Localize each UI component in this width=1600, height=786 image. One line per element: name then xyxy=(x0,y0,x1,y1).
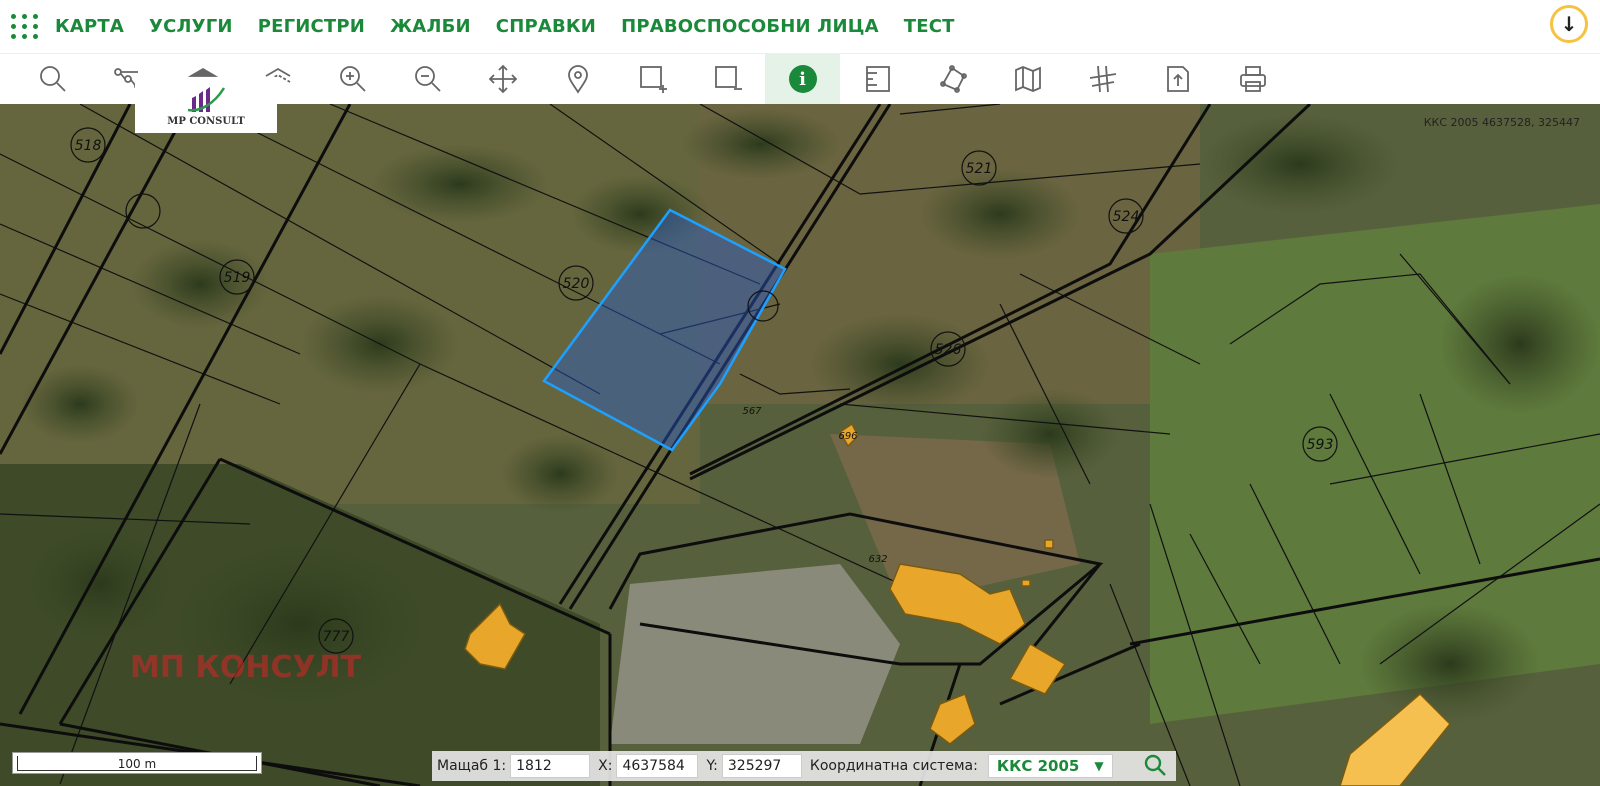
scale-bar-label: 100 m xyxy=(117,757,157,771)
y-label: Y: xyxy=(706,758,718,774)
crs-label: Координатна система: xyxy=(809,758,978,774)
nav-item-uslugi[interactable]: УСЛУГИ xyxy=(149,16,233,37)
parcel-label-524: 524 xyxy=(1113,209,1140,225)
parcel-label-520: 520 xyxy=(563,276,590,292)
map-icon[interactable] xyxy=(990,54,1065,104)
apps-grid-icon[interactable] xyxy=(11,13,39,41)
parcel-label-632: 632 xyxy=(868,554,887,565)
info-icon[interactable]: i xyxy=(765,54,840,104)
nav-item-zhalbi[interactable]: ЖАЛБИ xyxy=(390,16,471,37)
grid-icon[interactable] xyxy=(1065,54,1140,104)
scale-bar: 100 m xyxy=(12,752,262,774)
select-add-icon[interactable] xyxy=(615,54,690,104)
download-icon[interactable]: ↓ xyxy=(1550,5,1588,43)
nav-links: КАРТА УСЛУГИ РЕГИСТРИ ЖАЛБИ СПРАВКИ ПРАВ… xyxy=(55,16,980,37)
company-logo: MP CONSULT xyxy=(135,77,277,133)
print-icon[interactable] xyxy=(1215,54,1290,104)
nav-item-spravki[interactable]: СПРАВКИ xyxy=(496,16,596,37)
marker-icon[interactable] xyxy=(540,54,615,104)
nav-item-registri[interactable]: РЕГИСТРИ xyxy=(258,16,365,37)
logo-text: MP CONSULT xyxy=(167,115,245,127)
parcel-label-696: 696 xyxy=(838,431,857,442)
status-bar: Мащаб 1: X: Y: Координатна система: ККС … xyxy=(432,751,1176,781)
coordinate-readout: ККС 2005 4637528, 325447 xyxy=(1423,116,1580,129)
chevron-down-icon[interactable]: ▼ xyxy=(1094,759,1103,773)
coordinate-search-icon[interactable] xyxy=(1143,753,1169,779)
zoom-in-icon[interactable] xyxy=(315,54,390,104)
select-remove-icon[interactable] xyxy=(690,54,765,104)
watermark: МП КОНСУЛТ xyxy=(130,650,362,685)
y-coordinate-input[interactable] xyxy=(721,754,802,778)
logo-mark-icon xyxy=(187,86,226,112)
nav-item-karta[interactable]: КАРТА xyxy=(55,16,124,37)
top-navigation: КАРТА УСЛУГИ РЕГИСТРИ ЖАЛБИ СПРАВКИ ПРАВ… xyxy=(0,0,1600,54)
crs-select[interactable]: ККС 2005 ▼ xyxy=(987,754,1113,778)
search-icon[interactable] xyxy=(15,54,90,104)
pan-icon[interactable] xyxy=(465,54,540,104)
measure-icon[interactable] xyxy=(840,54,915,104)
nav-item-pravosposobni-litsa[interactable]: ПРАВОСПОСОБНИ ЛИЦА xyxy=(621,16,879,37)
scale-label: Мащаб 1: xyxy=(437,758,507,774)
parcel-label-567: 567 xyxy=(742,406,762,417)
parcel-label-593: 593 xyxy=(1307,437,1334,453)
crs-value: ККС 2005 xyxy=(996,757,1080,775)
scale-input[interactable] xyxy=(510,754,591,778)
x-coordinate-input[interactable] xyxy=(616,754,699,778)
parcel-label-777: 777 xyxy=(323,629,350,645)
parcel-label-521: 521 xyxy=(966,161,993,177)
parcel-label-526: 526 xyxy=(935,342,962,358)
polygon-icon[interactable] xyxy=(915,54,990,104)
zoom-out-icon[interactable] xyxy=(390,54,465,104)
export-icon[interactable] xyxy=(1140,54,1215,104)
x-label: X: xyxy=(598,758,613,774)
map-canvas[interactable]: 518 520 519 521 524 526 593 777 696 632 … xyxy=(0,104,1600,786)
parcel-label-518: 518 xyxy=(75,138,102,154)
parcel-label-519: 519 xyxy=(224,270,251,286)
nav-item-test[interactable]: ТЕСТ xyxy=(904,16,955,37)
